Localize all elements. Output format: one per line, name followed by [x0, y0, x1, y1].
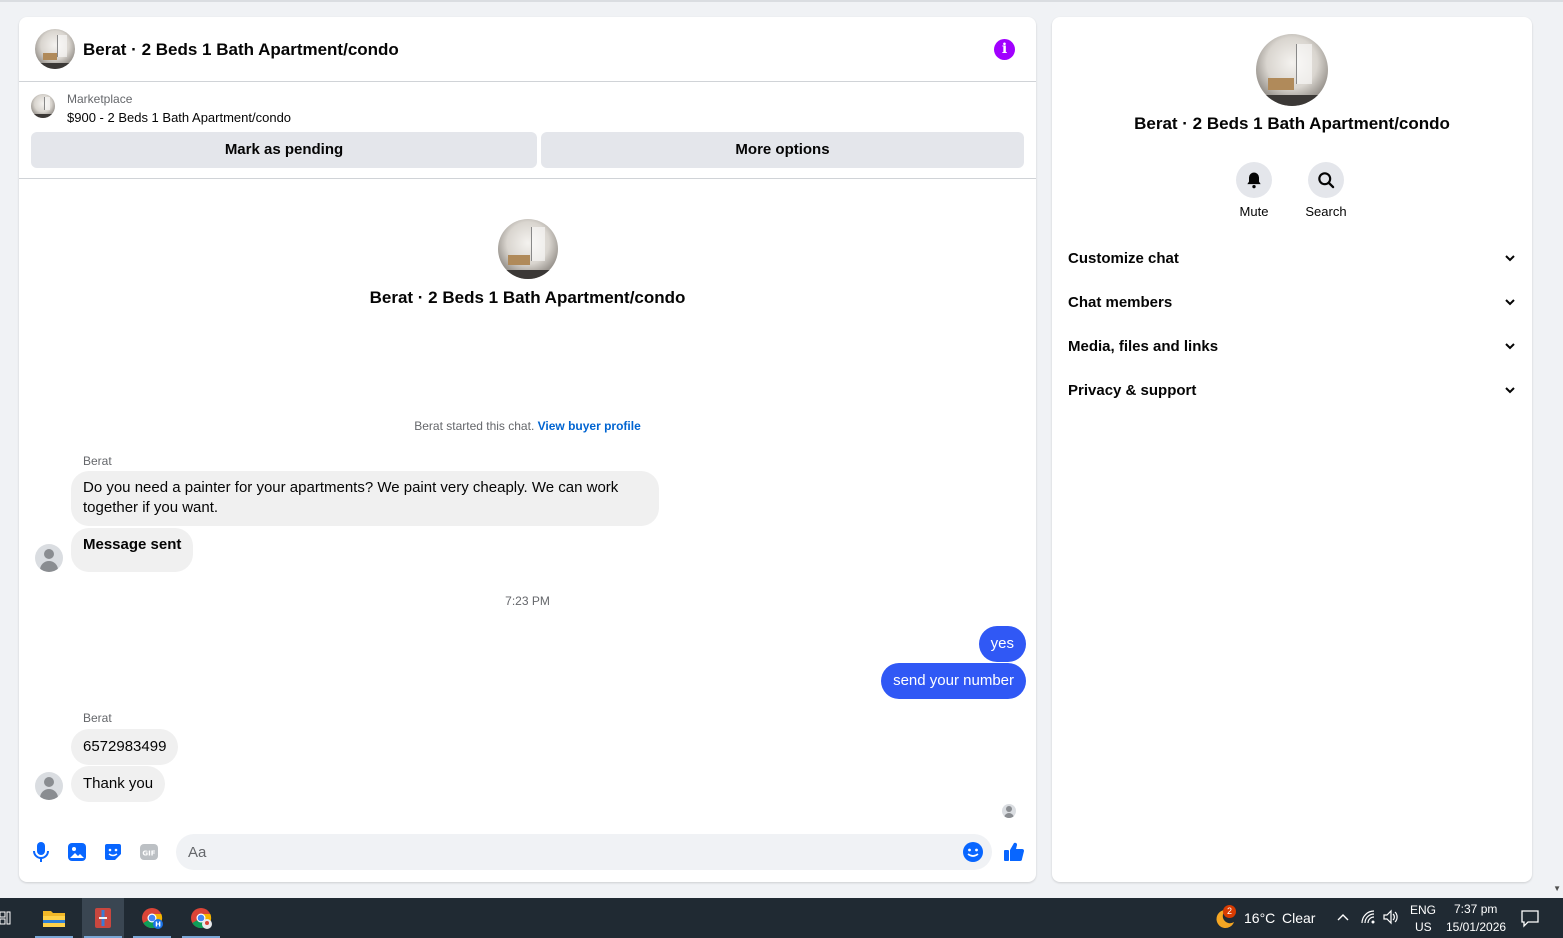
listing-thumbnail[interactable] [31, 94, 55, 118]
chevron-down-icon [1505, 255, 1515, 262]
microphone-icon[interactable] [29, 840, 53, 864]
listing-kicker: Marketplace [67, 92, 133, 106]
search-icon [1318, 172, 1335, 189]
chevron-down-icon [1505, 387, 1515, 394]
scrollbar-down-arrow[interactable]: ▼ [1553, 884, 1561, 893]
app-icon [95, 908, 111, 928]
windows-taskbar: H 2 16°C Clear ENG US 7:37 pm 15/01/2026 [0, 898, 1563, 938]
network-icon[interactable] [1360, 909, 1376, 925]
notifications-icon[interactable] [1520, 908, 1540, 928]
section-privacy-support[interactable]: Privacy & support [1060, 368, 1524, 412]
section-media-files-links[interactable]: Media, files and links [1060, 324, 1524, 368]
sender-avatar[interactable] [35, 544, 63, 572]
listing-avatar[interactable] [35, 29, 75, 69]
message-bubble-outgoing[interactable]: yes [978, 626, 1026, 662]
region-indicator[interactable]: US [1415, 920, 1432, 934]
sender-name: Berat [83, 711, 112, 725]
message-bubble-incoming[interactable]: Thank you [71, 766, 166, 802]
clock-time[interactable]: 7:37 pm [1454, 902, 1497, 916]
taskbar-file-explorer[interactable] [33, 898, 75, 938]
taskbar-chrome-1[interactable]: H [131, 898, 173, 938]
section-label: Customize chat [1068, 249, 1179, 267]
bell-icon [1247, 172, 1261, 189]
section-label: Privacy & support [1068, 381, 1197, 399]
search-button[interactable]: Search [1286, 162, 1366, 219]
chat-title[interactable]: Berat · 2 Beds 1 Bath Apartment/condo [83, 40, 399, 60]
clock-date[interactable]: 15/01/2026 [1446, 920, 1506, 934]
section-label: Chat members [1068, 293, 1173, 311]
weather-description[interactable]: Clear [1282, 910, 1315, 926]
listing-title[interactable]: $900 - 2 Beds 1 Bath Apartment/condo [67, 110, 291, 125]
mute-button[interactable]: Mute [1214, 162, 1294, 219]
sender-name: Berat [83, 454, 112, 468]
message-input[interactable] [176, 834, 992, 870]
message-bubble-outgoing[interactable]: send your number [881, 663, 1026, 699]
message-timestamp: 7:23 PM [505, 594, 550, 608]
chat-panel: Berat · 2 Beds 1 Bath Apartment/condo i … [19, 17, 1036, 882]
sticker-icon[interactable] [101, 840, 125, 864]
marketplace-listing-bar: Marketplace $900 - 2 Beds 1 Bath Apartme… [19, 83, 1036, 179]
chevron-up-icon[interactable] [1336, 911, 1350, 925]
chat-info-panel: Berat · 2 Beds 1 Bath Apartment/condo Mu… [1052, 17, 1532, 882]
message-bubble-incoming[interactable]: Message sent [71, 528, 194, 572]
gif-icon[interactable]: GIF [137, 840, 161, 864]
seen-receipt-avatar [1002, 804, 1016, 818]
intro-avatar [498, 219, 558, 279]
taskbar-app-active[interactable] [82, 898, 124, 938]
info-icon[interactable]: i [994, 39, 1015, 60]
weather-temp[interactable]: 16°C [1244, 910, 1275, 926]
emoji-icon[interactable] [961, 840, 985, 864]
taskbar-chrome-2[interactable] [180, 898, 222, 938]
language-indicator[interactable]: ENG [1410, 903, 1436, 917]
intro-title: Berat · 2 Beds 1 Bath Apartment/condo [369, 288, 686, 307]
mark-as-pending-button[interactable]: Mark as pending [31, 132, 537, 168]
section-customize-chat[interactable]: Customize chat [1060, 236, 1524, 280]
info-title: Berat · 2 Beds 1 Bath Apartment/condo [1134, 114, 1450, 133]
more-options-button[interactable]: More options [541, 132, 1024, 168]
section-chat-members[interactable]: Chat members [1060, 280, 1524, 324]
message-composer: GIF [19, 832, 1036, 872]
chevron-down-icon [1505, 343, 1515, 350]
svg-text:H: H [155, 921, 161, 929]
chat-started-text: Berat started this chat. [414, 419, 535, 433]
mute-label: Mute [1239, 204, 1269, 219]
top-border [0, 0, 1563, 2]
info-avatar [1256, 34, 1328, 106]
chrome-icon [191, 908, 212, 929]
section-label: Media, files and links [1068, 337, 1219, 355]
photo-icon[interactable] [65, 840, 89, 864]
message-bubble-incoming[interactable]: Do you need a painter for your apartment… [71, 471, 659, 526]
chevron-down-icon [1505, 299, 1515, 306]
message-bubble-incoming[interactable]: 6572983499 [71, 729, 179, 765]
task-view-icon[interactable] [0, 910, 12, 926]
volume-icon[interactable] [1382, 909, 1400, 925]
folder-icon [43, 911, 65, 927]
weather-badge: 2 [1223, 905, 1236, 918]
thumbs-up-icon[interactable] [1002, 840, 1026, 864]
chat-header: Berat · 2 Beds 1 Bath Apartment/condo i [19, 17, 1036, 82]
chrome-icon: H [142, 908, 163, 929]
search-label: Search [1305, 204, 1347, 219]
view-buyer-profile-link[interactable]: View buyer profile [538, 419, 641, 433]
chat-started-notice: Berat started this chat. View buyer prof… [19, 419, 1036, 433]
sender-avatar[interactable] [35, 772, 63, 800]
svg-text:GIF: GIF [142, 850, 155, 858]
